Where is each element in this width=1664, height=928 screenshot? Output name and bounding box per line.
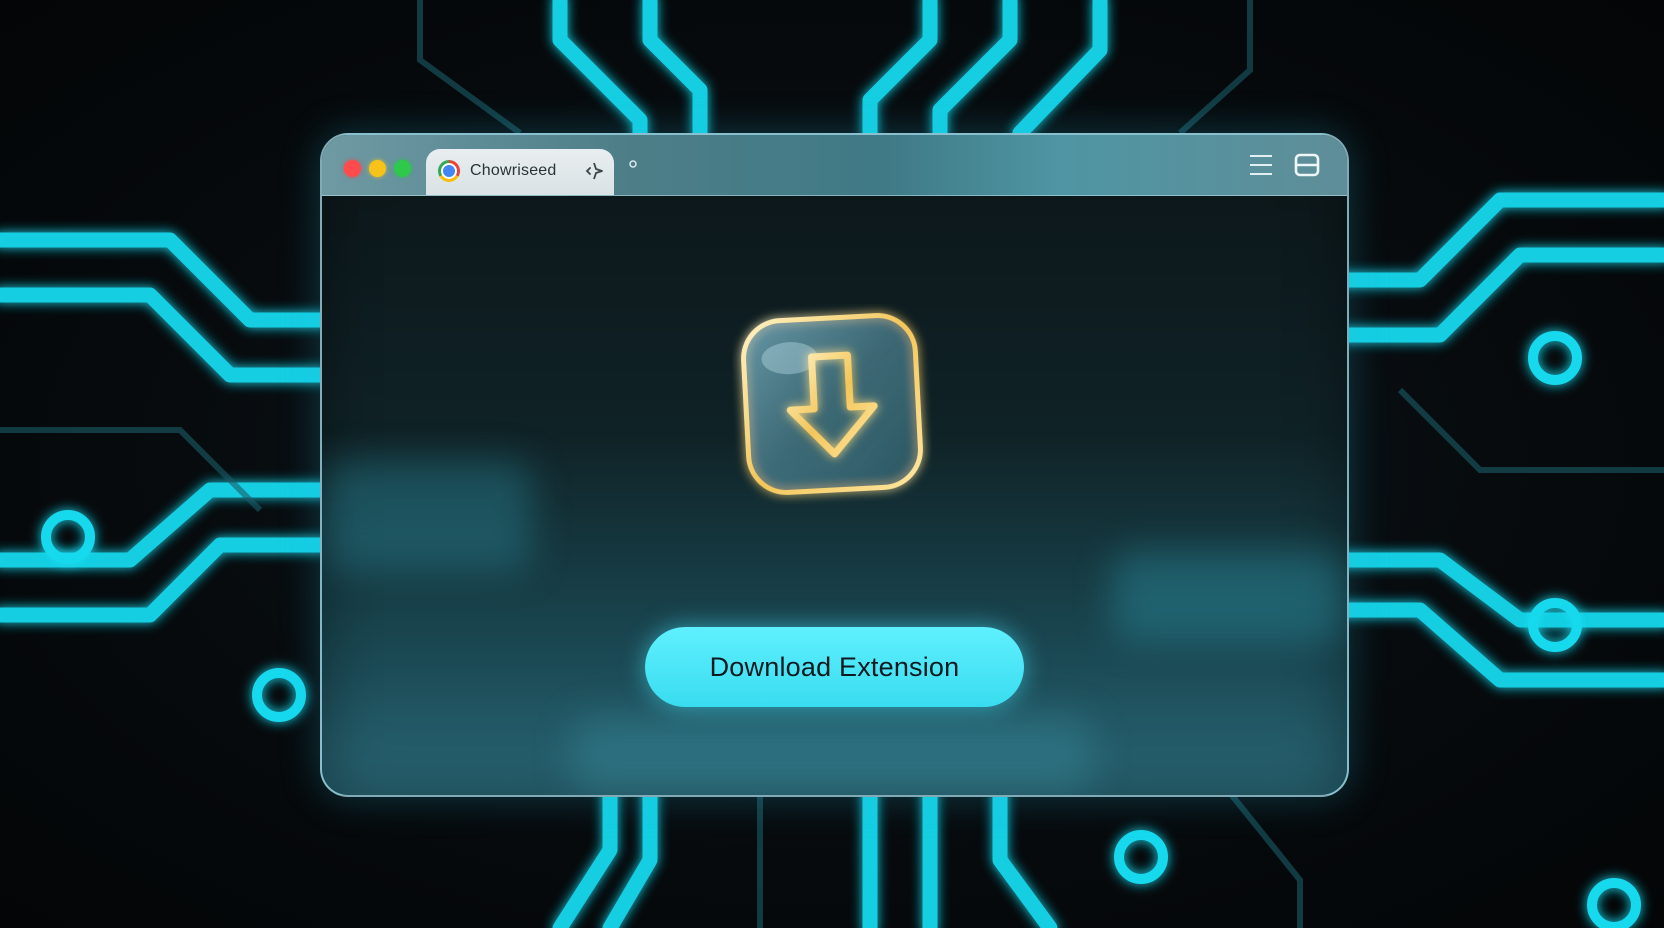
- decorative-glow: [572, 716, 1092, 795]
- download-extension-button[interactable]: Download Extension: [645, 627, 1024, 707]
- desktop-scene: Chowriseed Download Extension: [0, 0, 1664, 928]
- browser-tab[interactable]: Chowriseed: [426, 149, 614, 195]
- page-content: Download Extension: [322, 196, 1347, 795]
- decorative-glow: [1112, 551, 1347, 641]
- browser-titlebar: Chowriseed: [322, 135, 1347, 196]
- decorative-glow: [322, 461, 532, 571]
- hamburger-menu-icon[interactable]: [1248, 151, 1274, 179]
- close-window-button[interactable]: [344, 160, 361, 177]
- download-arrow-icon: [741, 313, 923, 495]
- new-tab-icon[interactable]: [628, 159, 638, 169]
- chrome-logo-icon: [438, 160, 460, 182]
- window-layout-icon[interactable]: [1294, 152, 1320, 178]
- sparkle-icon[interactable]: [582, 159, 606, 183]
- browser-window: Chowriseed Download Extension: [320, 133, 1349, 797]
- tab-title: Chowriseed: [470, 162, 557, 179]
- minimize-window-button[interactable]: [369, 160, 386, 177]
- maximize-window-button[interactable]: [394, 160, 411, 177]
